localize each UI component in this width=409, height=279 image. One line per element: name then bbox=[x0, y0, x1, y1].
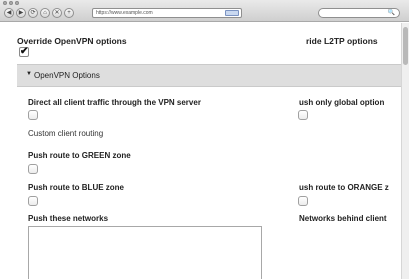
push-global-options-checkbox[interactable] bbox=[298, 110, 308, 120]
custom-client-routing-heading: Custom client routing bbox=[28, 129, 104, 138]
push-green-zone-checkbox[interactable] bbox=[28, 164, 38, 174]
rss-icon[interactable] bbox=[225, 10, 239, 16]
vertical-scrollbar[interactable] bbox=[401, 23, 409, 279]
forward-button[interactable]: ▶ bbox=[16, 8, 26, 18]
push-green-zone-label: Push route to GREEN zone bbox=[28, 151, 131, 160]
search-icon: 🔍 bbox=[387, 10, 395, 16]
push-networks-textarea[interactable] bbox=[28, 226, 262, 279]
page-content: Override OpenVPN options ride L2TP optio… bbox=[0, 23, 401, 279]
networks-behind-client-label: Networks behind client bbox=[299, 214, 387, 223]
push-blue-zone-checkbox[interactable] bbox=[28, 196, 38, 206]
browser-toolbar: ◀ ▶ ⟳ ⌂ ✕ + https://www.example.com 🔍 bbox=[0, 0, 409, 22]
address-text: https://www.example.com bbox=[96, 10, 153, 16]
push-blue-zone-label: Push route to BLUE zone bbox=[28, 183, 124, 192]
zoom-window-button[interactable] bbox=[15, 1, 19, 5]
section-title: OpenVPN Options bbox=[34, 71, 100, 80]
address-bar[interactable]: https://www.example.com bbox=[92, 8, 242, 18]
minimize-window-button[interactable] bbox=[9, 1, 13, 5]
home-button[interactable]: ⌂ bbox=[40, 8, 50, 18]
search-input[interactable]: 🔍 bbox=[318, 8, 400, 18]
push-orange-zone-label: ush route to ORANGE z bbox=[299, 183, 389, 192]
reload-button[interactable]: ⟳ bbox=[28, 8, 38, 18]
nav-buttons: ◀ ▶ ⟳ ⌂ ✕ + bbox=[4, 8, 74, 18]
close-window-button[interactable] bbox=[3, 1, 7, 5]
scrollbar-thumb[interactable] bbox=[403, 27, 408, 65]
override-openvpn-checkbox[interactable]: ✔ bbox=[19, 47, 29, 57]
back-button[interactable]: ◀ bbox=[4, 8, 14, 18]
override-openvpn-label: Override OpenVPN options bbox=[17, 36, 127, 46]
push-networks-label: Push these networks bbox=[28, 214, 109, 223]
push-global-options-label: ush only global option bbox=[299, 98, 385, 107]
override-l2tp-label: ride L2TP options bbox=[306, 36, 378, 46]
window-controls bbox=[3, 1, 19, 5]
add-bookmark-button[interactable]: + bbox=[64, 8, 74, 18]
direct-all-traffic-checkbox[interactable] bbox=[28, 110, 38, 120]
stop-button[interactable]: ✕ bbox=[52, 8, 62, 18]
collapse-arrow-icon: ▼ bbox=[26, 71, 32, 77]
push-orange-zone-checkbox[interactable] bbox=[298, 196, 308, 206]
openvpn-options-header[interactable]: ▼ OpenVPN Options bbox=[17, 64, 401, 87]
direct-all-traffic-label: Direct all client traffic through the VP… bbox=[28, 98, 201, 107]
